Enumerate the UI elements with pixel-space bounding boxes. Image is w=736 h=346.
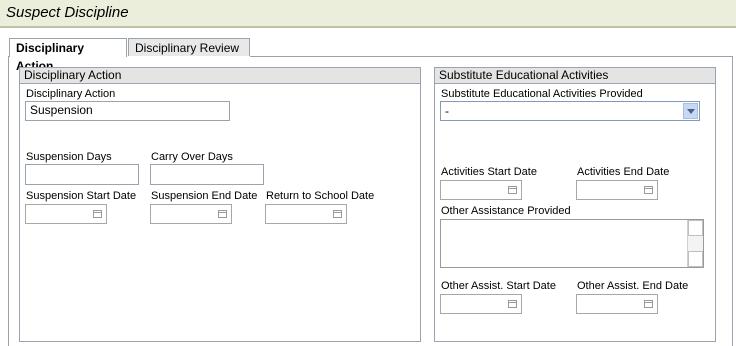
panel-title: Substitute Educational Activities <box>435 68 715 84</box>
calendar-icon[interactable] <box>93 210 102 218</box>
suspension-end-date-label: Suspension End Date <box>151 190 258 202</box>
other-assistance-label: Other Assistance Provided <box>441 205 571 217</box>
calendar-icon[interactable] <box>218 210 227 218</box>
calendar-icon[interactable] <box>644 300 653 308</box>
carry-over-days-label: Carry Over Days <box>151 151 233 163</box>
calendar-icon[interactable] <box>508 300 517 308</box>
suspension-days-label: Suspension Days <box>26 151 112 163</box>
selected-value: - <box>445 104 449 118</box>
substitute-activities-provided-select[interactable]: - <box>440 101 700 121</box>
return-to-school-date-field[interactable] <box>265 204 347 224</box>
substitute-activities-provided-label: Substitute Educational Activities Provid… <box>441 88 643 100</box>
calendar-icon[interactable] <box>508 186 517 194</box>
activities-end-date-field[interactable] <box>576 180 658 200</box>
disciplinary-action-field[interactable]: Suspension <box>25 101 230 121</box>
scroll-up-icon[interactable] <box>688 220 703 236</box>
other-assist-end-date-label: Other Assist. End Date <box>577 280 689 292</box>
activities-start-date-label: Activities Start Date <box>441 166 537 178</box>
suspension-start-date-field[interactable] <box>25 204 107 224</box>
other-assist-start-date-field[interactable] <box>440 294 522 314</box>
suspension-end-date-field[interactable] <box>150 204 232 224</box>
other-assist-end-date-field[interactable] <box>576 294 658 314</box>
panel-title: Disciplinary Action <box>20 68 420 84</box>
other-assist-start-date-label: Other Assist. Start Date <box>441 280 556 292</box>
chevron-down-icon <box>687 109 695 114</box>
disciplinary-action-label: Disciplinary Action <box>26 88 116 100</box>
activities-end-date-label: Activities End Date <box>577 166 670 178</box>
other-assistance-textarea[interactable] <box>440 219 704 268</box>
scroll-down-icon[interactable] <box>688 251 703 267</box>
dropdown-button[interactable] <box>683 103 698 119</box>
scrollbar[interactable] <box>687 220 703 267</box>
tab-disciplinary-review[interactable]: Disciplinary Review <box>128 38 250 56</box>
suspension-days-field[interactable] <box>25 164 139 185</box>
carry-over-days-field[interactable] <box>150 164 264 185</box>
tab-disciplinary-action[interactable]: Disciplinary Action <box>9 38 127 73</box>
suspension-start-date-label: Suspension Start Date <box>26 190 137 202</box>
activities-start-date-field[interactable] <box>440 180 522 200</box>
page-title: Suspect Discipline <box>6 4 129 21</box>
return-to-school-date-label: Return to School Date <box>266 190 375 202</box>
calendar-icon[interactable] <box>333 210 342 218</box>
calendar-icon[interactable] <box>644 186 653 194</box>
